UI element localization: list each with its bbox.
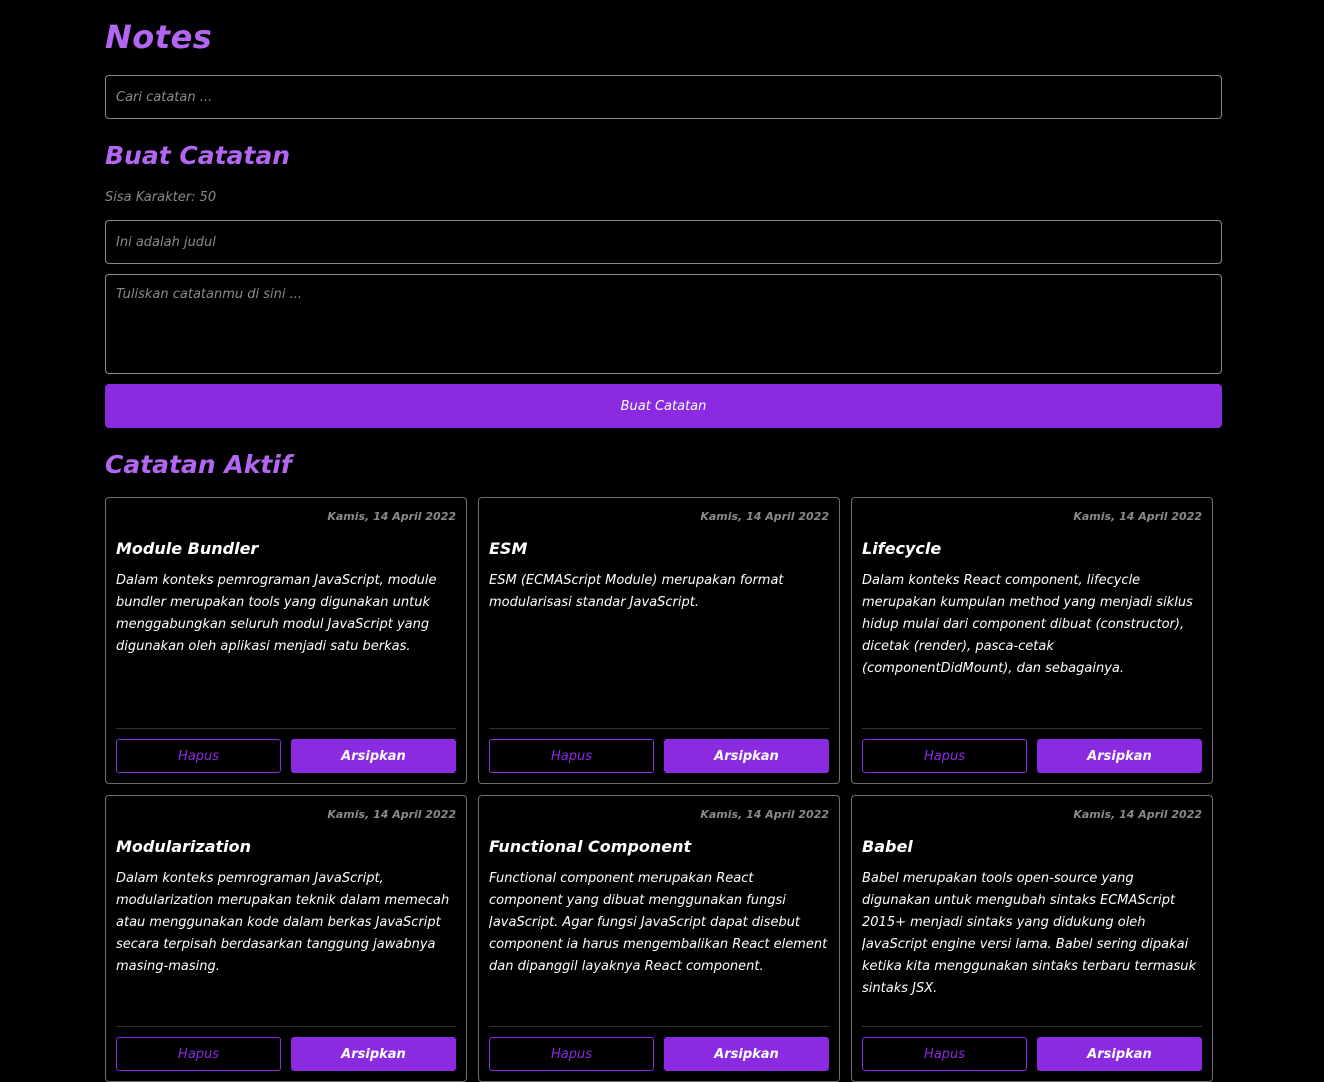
note-title-input[interactable]	[105, 220, 1222, 264]
note-title: Lifecycle	[862, 539, 942, 558]
note-title: Module Bundler	[116, 539, 259, 558]
note-body: Dalam konteks React component, lifecycle…	[862, 573, 1193, 676]
delete-button[interactable]: Hapus	[862, 1037, 1027, 1071]
delete-button[interactable]: Hapus	[116, 739, 281, 773]
note-card: Kamis, 14 April 2022 Babel Babel merupak…	[851, 795, 1213, 1082]
note-actions: Hapus Arsipkan	[862, 728, 1202, 773]
app-title: Notes	[105, 18, 213, 56]
note-body-input[interactable]	[105, 274, 1222, 374]
delete-button[interactable]: Hapus	[489, 1037, 654, 1071]
note-title: Babel	[862, 837, 913, 856]
archive-button[interactable]: Arsipkan	[291, 1037, 456, 1071]
create-note-heading: Buat Catatan	[105, 141, 291, 170]
note-card: Kamis, 14 April 2022 ESM ESM (ECMAScript…	[478, 497, 840, 784]
note-title: ESM	[489, 539, 528, 558]
archive-button[interactable]: Arsipkan	[1037, 1037, 1202, 1071]
note-actions: Hapus Arsipkan	[862, 1026, 1202, 1071]
note-body: Dalam konteks pemrograman JavaScript, mo…	[116, 573, 437, 654]
note-date: Kamis, 14 April 2022	[327, 510, 456, 523]
archive-button[interactable]: Arsipkan	[291, 739, 456, 773]
note-title: Modularization	[116, 837, 252, 856]
note-date: Kamis, 14 April 2022	[700, 808, 829, 821]
note-body: Functional component merupakan React com…	[489, 871, 828, 974]
note-date: Kamis, 14 April 2022	[700, 510, 829, 523]
create-note-button[interactable]: Buat Catatan	[105, 384, 1222, 428]
note-date: Kamis, 14 April 2022	[327, 808, 456, 821]
note-card: Kamis, 14 April 2022 Modularization Dala…	[105, 795, 467, 1082]
note-actions: Hapus Arsipkan	[116, 728, 456, 773]
archive-button[interactable]: Arsipkan	[664, 1037, 829, 1071]
search-input[interactable]	[105, 75, 1222, 119]
delete-button[interactable]: Hapus	[489, 739, 654, 773]
note-card: Kamis, 14 April 2022 Functional Componen…	[478, 795, 840, 1082]
active-notes-heading: Catatan Aktif	[105, 450, 292, 479]
note-card: Kamis, 14 April 2022 Module Bundler Dala…	[105, 497, 467, 784]
delete-button[interactable]: Hapus	[862, 739, 1027, 773]
note-actions: Hapus Arsipkan	[489, 1026, 829, 1071]
chars-remaining: Sisa Karakter: 50	[105, 190, 217, 205]
note-actions: Hapus Arsipkan	[116, 1026, 456, 1071]
note-date: Kamis, 14 April 2022	[1073, 808, 1202, 821]
note-body: ESM (ECMAScript Module) merupakan format…	[489, 573, 784, 610]
notes-grid: Kamis, 14 April 2022 Module Bundler Dala…	[105, 497, 1213, 1082]
note-title: Functional Component	[489, 837, 692, 856]
delete-button[interactable]: Hapus	[116, 1037, 281, 1071]
archive-button[interactable]: Arsipkan	[1037, 739, 1202, 773]
note-body: Dalam konteks pemrograman JavaScript, mo…	[116, 871, 450, 974]
note-actions: Hapus Arsipkan	[489, 728, 829, 773]
note-body: Babel merupakan tools open-source yang d…	[862, 871, 1197, 996]
note-card: Kamis, 14 April 2022 Lifecycle Dalam kon…	[851, 497, 1213, 784]
archive-button[interactable]: Arsipkan	[664, 739, 829, 773]
note-date: Kamis, 14 April 2022	[1073, 510, 1202, 523]
